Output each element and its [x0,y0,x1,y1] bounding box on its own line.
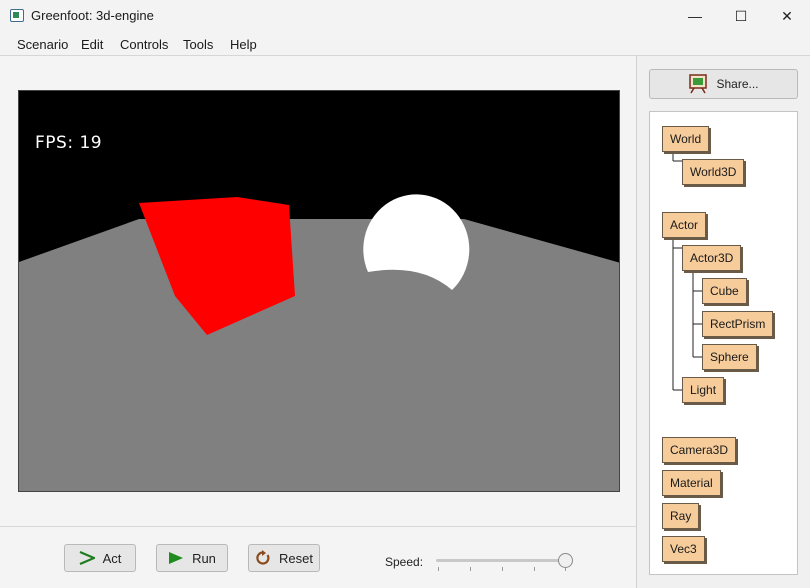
minimize-button[interactable]: — [672,0,718,32]
class-diagram: World World3D Actor Actor3D Cube RectPri… [649,111,798,575]
class-world[interactable]: World [662,126,710,152]
run-label: Run [192,550,216,566]
menu-edit[interactable]: Edit [81,37,103,52]
reset-button[interactable]: Reset [248,544,320,572]
menu-controls[interactable]: Controls [120,37,168,52]
run-icon [169,552,184,564]
speed-tick [502,567,503,571]
world-scene [19,194,619,491]
fps-counter: FPS: 19 [35,133,103,153]
world-area: FPS: 19 Act Run Reset Speed: [0,56,636,588]
share-button[interactable]: Share... [649,69,798,99]
reset-icon [256,550,270,565]
class-camera3d[interactable]: Camera3D [662,437,737,463]
speed-tick [534,567,535,571]
execution-controls: Act Run Reset Speed: [0,526,636,588]
greenfoot-app-icon [10,9,24,22]
share-label: Share... [716,77,759,91]
class-light[interactable]: Light [682,377,725,403]
class-sidebar: Share... World World3D Actor Actor3D Cub… [637,56,810,588]
menu-tools[interactable]: Tools [183,37,213,52]
speed-tick [470,567,471,571]
class-sphere[interactable]: Sphere [702,344,757,370]
class-actor3d[interactable]: Actor3D [682,245,742,271]
class-ray[interactable]: Ray [662,503,700,529]
menu-scenario[interactable]: Scenario [17,37,68,52]
class-cube[interactable]: Cube [702,278,747,304]
menu-bar: Scenario Edit Controls Tools Help [0,32,810,56]
class-material[interactable]: Material [662,470,721,496]
class-actor[interactable]: Actor [662,212,707,238]
class-vec3[interactable]: Vec3 [662,536,705,562]
act-button[interactable]: Act [64,544,136,572]
speed-slider-track[interactable] [436,559,566,562]
speed-tick [438,567,439,571]
act-label: Act [102,550,122,566]
class-world3d[interactable]: World3D [682,159,745,185]
close-button[interactable]: ✕ [764,0,810,32]
window-title: Greenfoot: 3d-engine [31,8,154,23]
run-button[interactable]: Run [156,544,228,572]
speed-slider-thumb[interactable] [558,553,573,568]
menu-help[interactable]: Help [230,37,257,52]
title-bar: Greenfoot: 3d-engine — ☐ ✕ [0,0,810,32]
share-easel-icon [689,74,708,94]
speed-label: Speed: [385,555,424,569]
maximize-button[interactable]: ☐ [718,0,764,32]
floor-plane [19,219,619,491]
reset-label: Reset [279,550,313,566]
class-rectprism[interactable]: RectPrism [702,311,774,337]
world-canvas[interactable]: FPS: 19 [18,90,620,492]
act-icon [79,551,95,565]
